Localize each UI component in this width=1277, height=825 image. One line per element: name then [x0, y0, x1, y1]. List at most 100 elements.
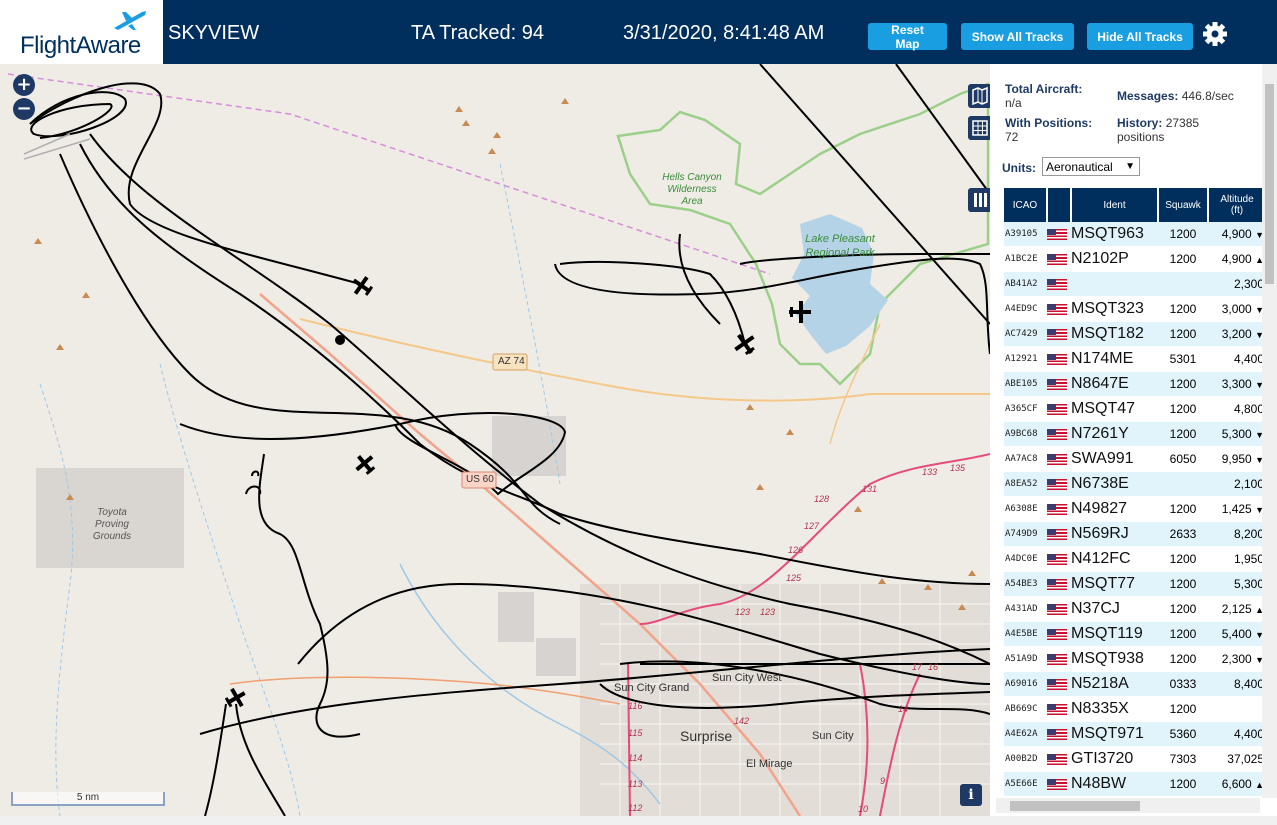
- columns-icon[interactable]: [968, 188, 990, 212]
- table-row[interactable]: A1BC2E N2102P 1200 4,900 ▲: [1004, 246, 1266, 272]
- road-number: 125: [786, 573, 802, 583]
- page-horizontal-scrollbar[interactable]: [0, 816, 1277, 825]
- reset-map-button[interactable]: Reset Map: [868, 23, 947, 51]
- flag-cell: [1047, 596, 1071, 622]
- flightaware-logo[interactable]: FlightAware: [0, 0, 163, 64]
- road-number: 126: [788, 545, 804, 555]
- table-row[interactable]: A12921 N174ME 5301 4,400: [1004, 346, 1266, 372]
- altitude-cell: 8,400: [1208, 671, 1266, 697]
- map-layers-icon[interactable]: [968, 84, 990, 108]
- panel-horizontal-scrollbar[interactable]: [996, 798, 1260, 813]
- road-number: 123: [760, 607, 776, 617]
- table-row[interactable]: A69016 N5218A 0333 8,400: [1004, 671, 1266, 697]
- altitude-cell: 1,425 ▼: [1208, 496, 1266, 522]
- table-row[interactable]: A4E5BE MSQT119 1200 5,400 ▼: [1004, 621, 1266, 647]
- us-flag-icon: [1047, 554, 1067, 566]
- column-header-altitude[interactable]: Altitude (ft): [1208, 188, 1267, 222]
- flag-cell: [1047, 571, 1071, 597]
- icao-cell: A8EA52: [1004, 471, 1047, 497]
- table-row[interactable]: A54BE3 MSQT77 1200 5,300: [1004, 571, 1266, 597]
- road-number: 142: [734, 716, 750, 726]
- lake-pleasant-label: Lake Pleasant Regional Park: [805, 233, 875, 259]
- altitude-value: 2,100: [1233, 477, 1264, 491]
- altitude-cell: 5,400 ▼: [1208, 621, 1266, 647]
- flag-cell: [1047, 321, 1071, 347]
- table-row[interactable]: AB41A2 2,300: [1004, 271, 1266, 297]
- messages-value: 446.8/sec: [1181, 89, 1234, 103]
- ident-cell: N48BW: [1071, 771, 1158, 797]
- total-aircraft-label: Total Aircraft:: [1005, 82, 1083, 96]
- wash: [39, 383, 74, 816]
- map-canvas[interactable]: [0, 64, 990, 816]
- road: [229, 676, 621, 705]
- table-row[interactable]: A4E62A MSQT971 5360 4,400: [1004, 721, 1266, 747]
- zoom-in-button[interactable]: +: [13, 74, 35, 96]
- squawk-cell: 1200: [1158, 771, 1208, 797]
- table-row[interactable]: A9BC68 N7261Y 1200 5,300 ▼: [1004, 421, 1266, 447]
- table-row[interactable]: A00B2D GTI3720 7303 37,025: [1004, 746, 1266, 772]
- ident-cell: N8647E: [1071, 371, 1158, 397]
- table-row[interactable]: A4DC0E N412FC 1200 1,950: [1004, 546, 1266, 572]
- squawk-cell: 1200: [1158, 696, 1208, 722]
- table-row[interactable]: A5E66E N48BW 1200 6,600 ▲: [1004, 771, 1266, 797]
- table-row[interactable]: A51A9D MSQT938 1200 2,300 ▼: [1004, 646, 1266, 672]
- gear-icon[interactable]: [1202, 21, 1228, 47]
- altitude-cell: 1,950: [1208, 546, 1266, 572]
- wash: [159, 363, 301, 816]
- ident-cell: MSQT77: [1071, 571, 1158, 597]
- history-label: History:: [1117, 116, 1163, 130]
- ident-cell: N7261Y: [1071, 421, 1158, 447]
- column-header-ident[interactable]: Ident: [1071, 188, 1159, 222]
- grid-icon[interactable]: [968, 116, 990, 140]
- map-view[interactable]: AZ 74 US 60 Hells Canyon Wilderness Area…: [0, 64, 990, 816]
- flag-cell: [1047, 271, 1071, 297]
- column-header-squawk[interactable]: Squawk: [1158, 188, 1209, 222]
- show-all-tracks-button[interactable]: Show All Tracks: [961, 23, 1074, 50]
- units-select[interactable]: Aeronautical ▼: [1042, 157, 1140, 176]
- table-row[interactable]: A749D9 N569RJ 2633 8,200: [1004, 521, 1266, 547]
- column-header-flag[interactable]: [1047, 188, 1072, 222]
- table-row[interactable]: A39105 MSQT963 1200 4,900 ▼: [1004, 222, 1266, 247]
- us-flag-icon: [1047, 754, 1067, 766]
- info-icon[interactable]: i: [960, 784, 982, 806]
- table-row[interactable]: AA7AC8 SWA991 6050 9,950 ▼: [1004, 446, 1266, 472]
- table-row[interactable]: A8EA52 N6738E 2,100: [1004, 471, 1266, 497]
- flag-cell: [1047, 496, 1071, 522]
- table-row[interactable]: A6308E N49827 1200 1,425 ▼: [1004, 496, 1266, 522]
- scrollbar-thumb[interactable]: [1265, 84, 1274, 284]
- us-flag-icon: [1047, 579, 1067, 591]
- aircraft-panel: Total Aircraft: n/a With Positions: 72 M…: [990, 64, 1277, 816]
- table-row[interactable]: ABE105 N8647E 1200 3,300 ▼: [1004, 371, 1266, 397]
- table-row[interactable]: AB669C N8335X 1200: [1004, 696, 1266, 722]
- panel-vertical-scrollbar[interactable]: [1262, 64, 1277, 798]
- column-header-icao[interactable]: ICAO: [1004, 188, 1048, 222]
- altitude-value: 3,200: [1221, 327, 1252, 341]
- icao-cell: A9BC68: [1004, 421, 1047, 447]
- flag-cell: [1047, 746, 1071, 772]
- squawk-cell: 1200: [1158, 396, 1208, 422]
- aircraft-icon[interactable]: [730, 329, 761, 360]
- aircraft-dot-icon[interactable]: [335, 335, 345, 345]
- flag-cell: [1047, 446, 1071, 472]
- ident-cell: N174ME: [1071, 346, 1158, 372]
- chevron-down-icon: ▼: [1125, 161, 1135, 172]
- table-row[interactable]: A4ED9C MSQT323 1200 3,000 ▼: [1004, 296, 1266, 322]
- zoom-out-button[interactable]: −: [13, 98, 35, 120]
- table-row[interactable]: AC7429 MSQT182 1200 3,200 ▼: [1004, 321, 1266, 347]
- hide-all-tracks-button[interactable]: Hide All Tracks: [1087, 23, 1193, 50]
- us-flag-icon: [1047, 304, 1067, 316]
- table-row[interactable]: A431AD N37CJ 1200 2,125 ▲: [1004, 596, 1266, 622]
- us-flag-icon: [1047, 779, 1067, 791]
- table-row[interactable]: A365CF MSQT47 1200 4,800: [1004, 396, 1266, 422]
- surprise-label: Surprise: [680, 728, 733, 744]
- us-flag-icon: [1047, 354, 1067, 366]
- flag-cell: [1047, 521, 1071, 547]
- altitude-cell: 3,000 ▼: [1208, 296, 1266, 322]
- scrollbar-thumb[interactable]: [1010, 801, 1140, 811]
- hells-canyon-label: Hells Canyon Wilderness Area: [662, 172, 722, 207]
- squawk-cell: 6050: [1158, 446, 1208, 472]
- aircraft-icon[interactable]: [351, 450, 379, 478]
- icao-cell: A6308E: [1004, 496, 1047, 522]
- logo-text: FlightAware: [20, 32, 141, 59]
- aircraft-icon[interactable]: [348, 272, 376, 300]
